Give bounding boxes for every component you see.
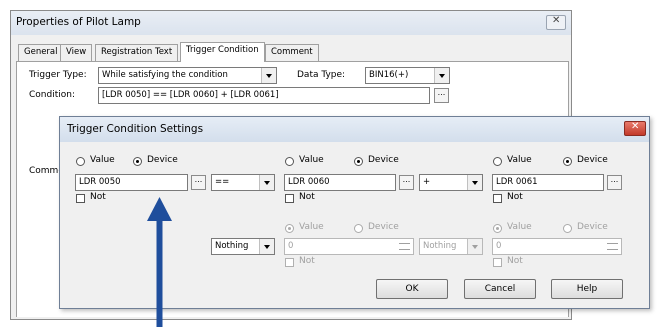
row2-operator1-select[interactable]: Nothing <box>211 238 275 255</box>
ellipsis-icon: ... <box>610 175 619 184</box>
col2-device-value: LDR 0060 <box>288 177 330 187</box>
cancel-button[interactable]: Cancel <box>464 279 536 299</box>
chevron-down-icon <box>467 175 482 190</box>
col2-not-checkbox[interactable] <box>285 194 294 203</box>
row2-col2-value-field[interactable]: 0 <box>284 238 414 255</box>
operator2-value: + <box>423 177 431 187</box>
col3-device-field[interactable]: LDR 0061 <box>492 174 604 191</box>
chevron-down-icon <box>467 239 482 254</box>
help-button[interactable]: Help <box>551 279 623 299</box>
data-type-label: Data Type: <box>297 70 346 80</box>
properties-close-button[interactable]: ✕ <box>546 15 566 30</box>
row2-col2-not-checkbox[interactable] <box>285 258 294 267</box>
row2-col3-not-checkbox[interactable] <box>493 258 502 267</box>
chevron-down-icon <box>259 239 274 254</box>
col1-value-label: Value <box>90 155 115 165</box>
data-type-select[interactable]: BIN16(+) <box>365 67 450 84</box>
arrow-head-icon <box>147 197 172 221</box>
col3-not-checkbox[interactable] <box>493 194 502 203</box>
row2-col2-value-label: Value <box>299 222 324 232</box>
chevron-down-icon <box>261 68 276 83</box>
col1-device-label: Device <box>147 155 178 165</box>
operator2-select[interactable]: + <box>419 174 483 191</box>
close-icon: ✕ <box>631 121 640 132</box>
col1-device-radio[interactable] <box>133 157 142 166</box>
tab-comment[interactable]: Comment <box>265 44 319 61</box>
col3-value-label: Value <box>507 155 532 165</box>
col2-device-field[interactable]: LDR 0060 <box>284 174 396 191</box>
col1-not-label: Not <box>90 192 106 202</box>
row2-operator1-value: Nothing <box>215 241 249 251</box>
ellipsis-icon: ... <box>402 175 411 184</box>
row2-col3-value-field[interactable]: 0 <box>492 238 622 255</box>
properties-title: Properties of Pilot Lamp <box>16 16 141 28</box>
trigger-dialog-title: Trigger Condition Settings <box>67 123 204 135</box>
tab-general[interactable]: General <box>18 44 64 61</box>
col1-device-field[interactable]: LDR 0050 <box>75 174 188 191</box>
spinner-icon <box>607 243 618 250</box>
row2-col2-not-label: Not <box>299 256 315 266</box>
trigger-dialog-close-button[interactable]: ✕ <box>624 121 646 136</box>
chevron-down-icon <box>259 175 274 190</box>
row2-col3-value-label: Value <box>507 222 532 232</box>
ok-button[interactable]: OK <box>376 279 448 299</box>
row2-col3-not-label: Not <box>507 256 523 266</box>
trigger-type-value: While satisfying the condition <box>102 70 228 80</box>
chevron-down-icon <box>434 68 449 83</box>
col2-device-radio[interactable] <box>354 157 363 166</box>
row2-col2-device-label: Device <box>368 222 399 232</box>
col2-device-label: Device <box>368 155 399 165</box>
condition-value: [LDR 0050] == [LDR 0060] + [LDR 0061] <box>102 90 279 100</box>
tab-trigger-condition[interactable]: Trigger Condition <box>180 42 265 62</box>
row2-col3-value: 0 <box>496 241 502 251</box>
condition-label: Condition: <box>29 90 75 100</box>
arrow-shaft <box>156 217 163 327</box>
operator1-select[interactable]: == <box>211 174 275 191</box>
trigger-type-select[interactable]: While satisfying the condition <box>98 67 277 84</box>
operator1-value: == <box>215 177 230 187</box>
close-icon: ✕ <box>552 15 561 26</box>
annotation-arrow <box>147 197 172 327</box>
row2-operator2-value: Nothing <box>423 241 457 251</box>
ellipsis-icon: ... <box>194 175 203 184</box>
row2-operator2-select[interactable]: Nothing <box>419 238 483 255</box>
tab-view[interactable]: View <box>60 44 93 61</box>
col3-device-radio[interactable] <box>563 157 572 166</box>
col2-not-label: Not <box>299 192 315 202</box>
spinner-icon <box>399 243 410 250</box>
row2-col2-value: 0 <box>288 241 294 251</box>
col1-not-checkbox[interactable] <box>76 194 85 203</box>
col1-device-value: LDR 0050 <box>79 177 121 187</box>
col3-value-radio[interactable] <box>493 157 502 166</box>
col2-browse-button[interactable]: ... <box>399 175 414 190</box>
tab-registration-text[interactable]: Registration Text <box>95 44 179 61</box>
trigger-type-label: Trigger Type: <box>29 70 87 80</box>
col2-value-radio[interactable] <box>285 157 294 166</box>
col3-not-label: Not <box>507 192 523 202</box>
data-type-value: BIN16(+) <box>369 70 409 80</box>
col1-browse-button[interactable]: ... <box>191 175 206 190</box>
row2-col3-device-radio[interactable] <box>563 224 572 233</box>
condition-field[interactable]: [LDR 0050] == [LDR 0060] + [LDR 0061] <box>98 87 430 104</box>
col3-browse-button[interactable]: ... <box>607 175 622 190</box>
col3-device-value: LDR 0061 <box>496 177 538 187</box>
row2-col3-device-label: Device <box>577 222 608 232</box>
ellipsis-icon: ... <box>437 88 446 97</box>
row2-col2-value-radio[interactable] <box>285 224 294 233</box>
col1-value-radio[interactable] <box>76 157 85 166</box>
col2-value-label: Value <box>299 155 324 165</box>
col3-device-label: Device <box>577 155 608 165</box>
row2-col2-device-radio[interactable] <box>354 224 363 233</box>
condition-browse-button[interactable]: ... <box>434 88 449 103</box>
row2-col3-value-radio[interactable] <box>493 224 502 233</box>
